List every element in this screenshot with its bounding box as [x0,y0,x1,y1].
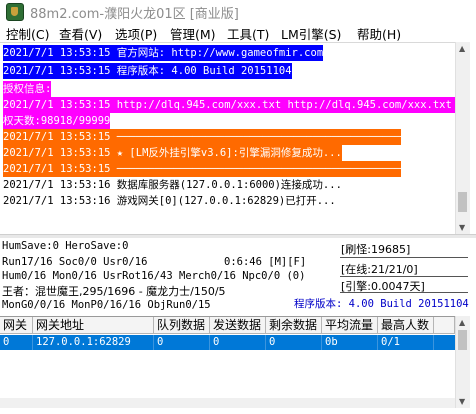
column-header[interactable]: 平均流量 [322,317,378,334]
column-header[interactable]: 队列数据 [154,317,210,334]
divider [340,292,468,293]
table-cell: 0 [266,335,322,350]
online-counter: [在线:21/21/0] [341,263,418,276]
menu-tools[interactable]: 工具(T) [227,24,269,43]
splitter[interactable] [0,234,476,238]
scroll-thumb[interactable] [458,330,467,350]
monster-status: MonG0/0/16 MonP0/16/16 ObjRun0/15 [2,299,211,311]
scroll-thumb[interactable] [458,192,467,212]
app-icon [6,3,24,21]
scroll-up-icon[interactable]: ▲ [459,44,465,53]
scroll-up-icon[interactable]: ▲ [459,318,465,327]
scroll-down-icon[interactable]: ▼ [459,397,465,406]
table-cell: 0 [0,335,33,350]
log-line: 2021/7/1 13:53:15 http://dlq.945.com/xxx… [3,97,455,113]
column-header-filler [434,317,455,334]
divider [340,257,468,258]
divider [340,276,468,277]
column-header[interactable]: 发送数据 [210,317,266,334]
log-line: 2021/7/1 13:53:16 游戏网关[0](127.0.0.1:6282… [3,195,336,207]
column-header[interactable]: 网关地址 [33,317,154,334]
menu-lm-engine[interactable]: LM引擎(S) [281,24,341,43]
column-header[interactable]: 剩余数据 [266,317,322,334]
column-header[interactable]: 网关 [0,317,33,334]
log-line: 2021/7/1 13:53:15 官方网站: http://www.gameo… [3,45,324,61]
log-panel[interactable]: 2021/7/1 13:53:15 官方网站: http://www.gameo… [0,42,455,235]
table-cell: 0 [154,335,210,350]
log-scrollbar[interactable]: ▲ ▼ [455,42,470,234]
table-hscrollbar[interactable] [0,398,455,408]
table-cell: 0b [322,335,378,350]
log-line: 2021/7/1 13:53:15 ──────────────────────… [3,129,402,145]
table-scrollbar[interactable]: ▲ ▼ [455,316,470,408]
menu-help[interactable]: 帮助(H) [357,24,401,43]
gateway-table: 网关 网关地址 队列数据 发送数据 剩余数据 平均流量 最高人数 0 127.0… [0,316,455,409]
clock-status: 0:6:46 [M][F] [224,256,307,268]
main-window: 88m2.com-濮阳火龙01区 [商业版] 控制(C) 查看(V) 选项(P)… [0,0,476,414]
log-line: 2021/7/1 13:53:15 ★ [LM反外挂引擎v3.6]:引擎漏洞修复… [3,145,342,161]
menu-options[interactable]: 选项(P) [115,24,157,43]
object-status: Hum0/16 Mon0/16 UsrRot16/43 Merch0/16 Np… [2,270,306,282]
log-line: 2021/7/1 13:53:15 程序版本: 4.00 Build 20151… [3,63,292,79]
refresh-counter: [刷怪:19685] [341,243,411,256]
log-line: 2021/7/1 13:53:15 ──────────────────────… [3,161,402,177]
menu-bar: 控制(C) 查看(V) 选项(P) 管理(M) 工具(T) LM引擎(S) 帮助… [0,22,476,42]
menu-control[interactable]: 控制(C) [6,24,49,43]
menu-manage[interactable]: 管理(M) [170,24,216,43]
table-cell: 0/1 [378,335,434,350]
table-cell: 127.0.0.1:62829 [33,335,154,350]
king-status: 王者：混世魔王,295/1696 - 魔龙力士/150/5 [2,285,226,298]
run-status: Run17/16 Soc0/0 Usr0/16 [2,256,148,268]
title-bar[interactable]: 88m2.com-濮阳火龙01区 [商业版] [0,0,476,22]
save-status: HumSave:0 HeroSave:0 [2,240,129,252]
menu-view[interactable]: 查看(V) [59,24,102,43]
table-cell: 0 [210,335,266,350]
log-line: 2021/7/1 13:53:16 数据库服务器(127.0.0.1:6000)… [3,179,342,191]
log-line: 授权信息: [3,81,52,97]
log-line: 权天数:98918/99999 [3,113,111,129]
window-title: 88m2.com-濮阳火龙01区 [商业版] [30,7,239,22]
column-header[interactable]: 最高人数 [378,317,434,334]
version-label: 程序版本: 4.00 Build 20151104 [294,298,469,310]
scroll-down-icon[interactable]: ▼ [459,223,465,232]
